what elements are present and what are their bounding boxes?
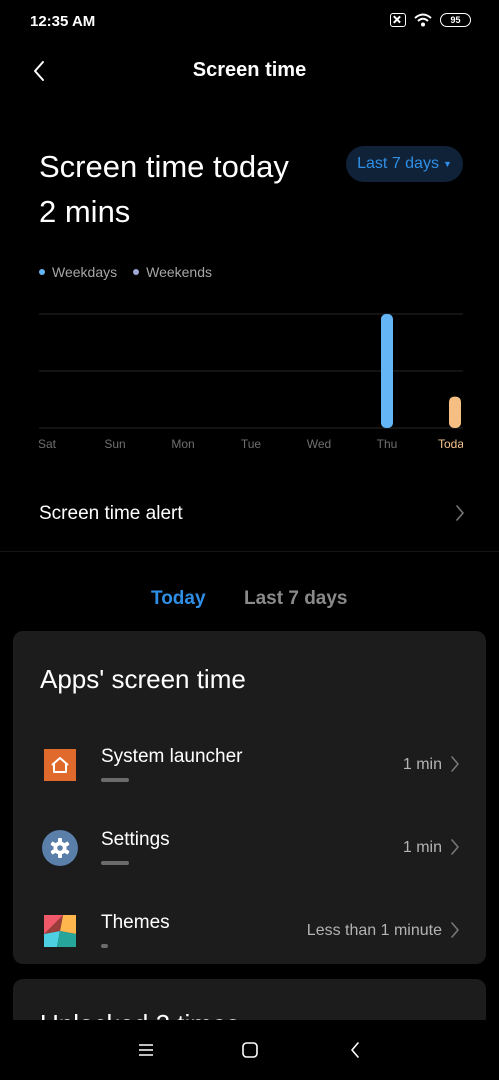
legend-weekends: Weekends: [133, 264, 212, 280]
home-button[interactable]: [238, 1038, 262, 1062]
usage-bar: [101, 861, 129, 865]
legend-dot-icon: [39, 269, 45, 275]
app-row-settings[interactable]: Settings 1 min: [13, 822, 486, 892]
gear-icon: [42, 830, 78, 866]
no-sim-icon: [390, 13, 406, 27]
status-time: 12:35 AM: [30, 13, 96, 30]
usage-chart: Sat Sun Mon Tue Wed Thu Today: [39, 313, 463, 451]
tick-label-sun: Sun: [104, 437, 125, 451]
themes-icon: [44, 915, 76, 947]
status-bar: 12:35 AM 95: [0, 0, 499, 42]
apps-screen-time-card: Apps' screen time System launcher 1 min …: [13, 631, 486, 964]
menu-icon: [139, 1044, 153, 1056]
tick-label-mon: Mon: [171, 437, 194, 451]
chevron-right-icon: [451, 922, 459, 938]
tab-last-7-days[interactable]: Last 7 days: [244, 588, 348, 610]
legend-label: Weekends: [146, 264, 213, 280]
back-triangle-icon: [351, 1042, 359, 1058]
system-navigation-bar: [0, 1020, 499, 1080]
app-row-themes[interactable]: Themes Less than 1 minute: [13, 905, 486, 975]
home-icon: [44, 749, 76, 781]
caret-down-icon: ▼: [442, 159, 452, 169]
bar-thu: [381, 314, 393, 428]
tick-label-thu: Thu: [377, 437, 398, 451]
screen-time-summary: Screen time today 2 mins: [39, 144, 329, 234]
chart-legend: Weekdays Weekends: [39, 264, 212, 280]
chevron-right-icon: [456, 505, 464, 521]
tick-label-today: Today: [438, 437, 463, 451]
app-row-system-launcher[interactable]: System launcher 1 min: [13, 739, 486, 809]
usage-bar-track: [101, 778, 241, 782]
page-title: Screen time: [192, 59, 307, 81]
home-square-icon: [242, 1042, 258, 1058]
bar-today: [449, 396, 461, 428]
app-usage-time: Less than 1 minute: [306, 922, 442, 939]
usage-bar: [101, 778, 129, 782]
tick-label-sat: Sat: [39, 437, 57, 451]
app-usage-time: 1 min: [402, 756, 442, 773]
menu-button[interactable]: [134, 1038, 158, 1062]
app-name: System launcher: [101, 746, 243, 767]
summary-total: 2 mins: [39, 194, 131, 229]
screen-time-alert-row[interactable]: Screen time alert: [0, 476, 499, 552]
app-name: Themes: [101, 912, 170, 933]
battery-level: 95: [450, 15, 461, 25]
summary-heading: Screen time today: [39, 149, 289, 184]
chevron-right-icon: [451, 756, 459, 772]
battery-icon: 95: [440, 13, 471, 27]
tick-label-wed: Wed: [307, 437, 331, 451]
wifi-icon: [414, 13, 432, 27]
range-selector[interactable]: Last 7 days ▼: [346, 146, 463, 182]
back-nav-button[interactable]: [343, 1038, 367, 1062]
legend-dot-icon: [133, 269, 140, 275]
usage-bar: [101, 944, 108, 948]
legend-weekdays: Weekdays: [39, 264, 117, 280]
status-icons: 95: [390, 13, 471, 27]
tab-today[interactable]: Today: [151, 588, 206, 610]
app-usage-time: 1 min: [402, 839, 442, 856]
range-label: Last 7 days: [357, 155, 439, 172]
card-title: Apps' screen time: [40, 664, 246, 694]
period-tabs: Today Last 7 days: [0, 588, 499, 614]
chevron-right-icon: [451, 839, 459, 855]
header: Screen time: [0, 42, 499, 100]
alert-label: Screen time alert: [39, 503, 183, 524]
app-name: Settings: [101, 829, 170, 850]
tick-label-tue: Tue: [241, 437, 262, 451]
usage-bar-track: [101, 944, 241, 948]
legend-label: Weekdays: [52, 264, 118, 280]
usage-bar-track: [101, 861, 241, 865]
